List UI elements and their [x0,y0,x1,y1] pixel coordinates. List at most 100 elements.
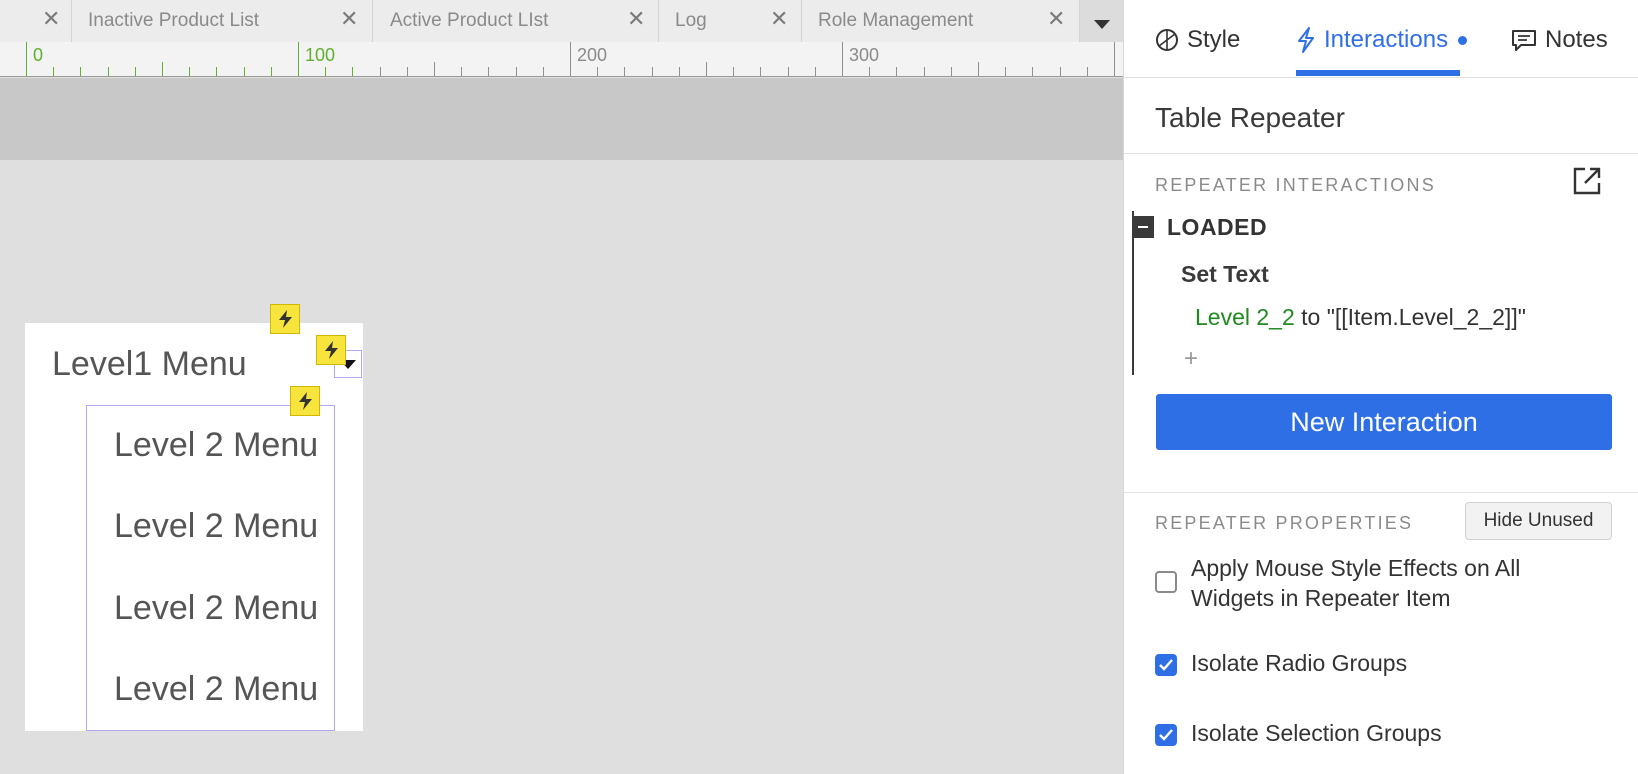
horizontal-ruler: 0 100 200 300 [0,42,1123,77]
level1-menu-label[interactable]: Level1 Menu [52,345,247,384]
widget-title: Table Repeater [1155,102,1345,133]
menu-widget[interactable]: Level1 Menu Level 2 Menu Level 2 Menu Le… [25,323,363,731]
ruler-tick [706,62,707,76]
ruler-label: 200 [577,45,608,65]
ruler-tick [271,67,272,76]
checkbox-icon[interactable] [1155,571,1177,593]
close-icon[interactable]: ✕ [42,8,60,30]
ruler-tick [407,67,408,76]
ruler-tick [543,67,544,76]
ruler-tick [461,67,462,76]
ruler-tick [788,67,789,76]
ruler-tick [679,67,680,76]
close-icon[interactable]: ✕ [627,8,645,30]
ruler-label: 0 [33,45,44,65]
ruler-tick [869,67,870,76]
property-label: Isolate Selection Groups [1191,720,1442,746]
ruler-tick [624,67,625,76]
ruler-tick [733,67,734,76]
tab-notes[interactable]: Notes [1511,26,1608,54]
ruler-tick [244,67,245,76]
ruler-label: 300 [849,45,880,65]
property-label: Widgets in Repeater Item [1191,585,1451,611]
close-icon[interactable]: ✕ [1047,8,1065,30]
action-name[interactable]: Set Text [1181,261,1269,288]
add-action-button[interactable]: + [1184,345,1198,373]
ruler-tick [516,67,517,76]
close-icon[interactable]: ✕ [340,8,358,30]
ruler-tick [26,42,27,76]
notes-icon [1512,30,1536,51]
tab-label: Role Management [818,10,974,31]
checkbox-icon[interactable] [1155,724,1177,746]
ruler-tick [570,42,571,76]
action-target: Level 2_2 [1195,304,1295,330]
popout-icon[interactable] [1572,166,1602,196]
list-item[interactable]: Level 2 Menu [114,670,318,709]
tab-label: Active Product LIst [390,10,549,31]
new-interaction-button[interactable]: New Interaction [1156,394,1612,450]
interaction-badge[interactable] [316,335,346,365]
ruler-tick [325,67,326,76]
checkbox-icon[interactable] [1155,654,1177,676]
ruler-tick [1032,67,1033,76]
property-label: Isolate Radio Groups [1191,650,1408,676]
hide-unused-button[interactable]: Hide Unused [1465,502,1612,540]
style-icon [1156,29,1178,51]
ruler-tick [978,62,979,76]
ruler-tick [162,62,163,76]
action-value: to "[[Item.Level_2_2]]" [1294,304,1526,330]
section-title: REPEATER PROPERTIES [1155,513,1414,533]
tab-interactions[interactable]: Interactions [1296,26,1468,54]
unsaved-dot [1458,35,1468,45]
tab-label: Inactive Product List [88,10,260,31]
tab-inactive-product-list[interactable]: Inactive Product List ✕ [72,0,373,42]
table-repeater[interactable]: Level 2 Menu Level 2 Menu Level 2 Menu L… [86,405,335,731]
ruler-tick [896,67,897,76]
ruler-tick [1005,67,1006,76]
inspector-panel: Style Interactions Notes Table Repeater … [1123,0,1638,774]
ruler-tick [1087,67,1088,76]
list-item[interactable]: Level 2 Menu [114,507,318,546]
tab-label: Interactions [1324,26,1449,53]
lightning-icon [325,341,338,359]
ruler-tick [434,62,435,76]
active-tab-indicator [1296,70,1460,76]
lightning-icon [1298,27,1314,53]
collapse-icon[interactable] [1132,216,1154,238]
ruler-tick [298,42,299,76]
tab-overflow-button[interactable] [1080,0,1123,42]
ruler-tick [1114,42,1115,76]
chevron-down-icon [1094,20,1110,29]
divider [1124,153,1638,154]
list-item[interactable]: Level 2 Menu [114,426,318,465]
list-item[interactable]: Level 2 Menu [114,589,318,628]
tab-log[interactable]: Log ✕ [659,0,802,42]
inspector-tabs: Style Interactions Notes [1124,0,1638,78]
lightning-icon [279,310,292,328]
tab-active-product-list[interactable]: Active Product LIst ✕ [373,0,659,42]
interaction-badge[interactable] [270,304,300,334]
interaction-badge[interactable] [290,386,320,416]
ruler-tick [951,67,952,76]
ruler-tick [108,67,109,76]
ruler-tick [80,67,81,76]
tab-partial[interactable]: ✕ [0,0,72,42]
ruler-tick [652,67,653,76]
divider [1124,492,1638,493]
ruler-tick [488,67,489,76]
ruler-tick [924,67,925,76]
tab-style[interactable]: Style [1155,26,1240,54]
tab-role-management[interactable]: Role Management ✕ [802,0,1080,42]
action-detail[interactable]: Level 2_2 to "[[Item.Level_2_2]]" [1195,304,1526,331]
close-icon[interactable]: ✕ [770,8,788,30]
section-title: REPEATER INTERACTIONS [1155,175,1436,195]
ruler-tick [189,67,190,76]
property-label: Apply Mouse Style Effects on All [1191,555,1521,581]
tab-label: Log [675,10,707,31]
editor-area: ✕ Inactive Product List ✕ Active Product… [0,0,1123,774]
ruler-tick [53,67,54,76]
event-name[interactable]: LOADED [1167,214,1267,241]
canvas-band [0,78,1123,160]
ruler-tick [815,67,816,76]
